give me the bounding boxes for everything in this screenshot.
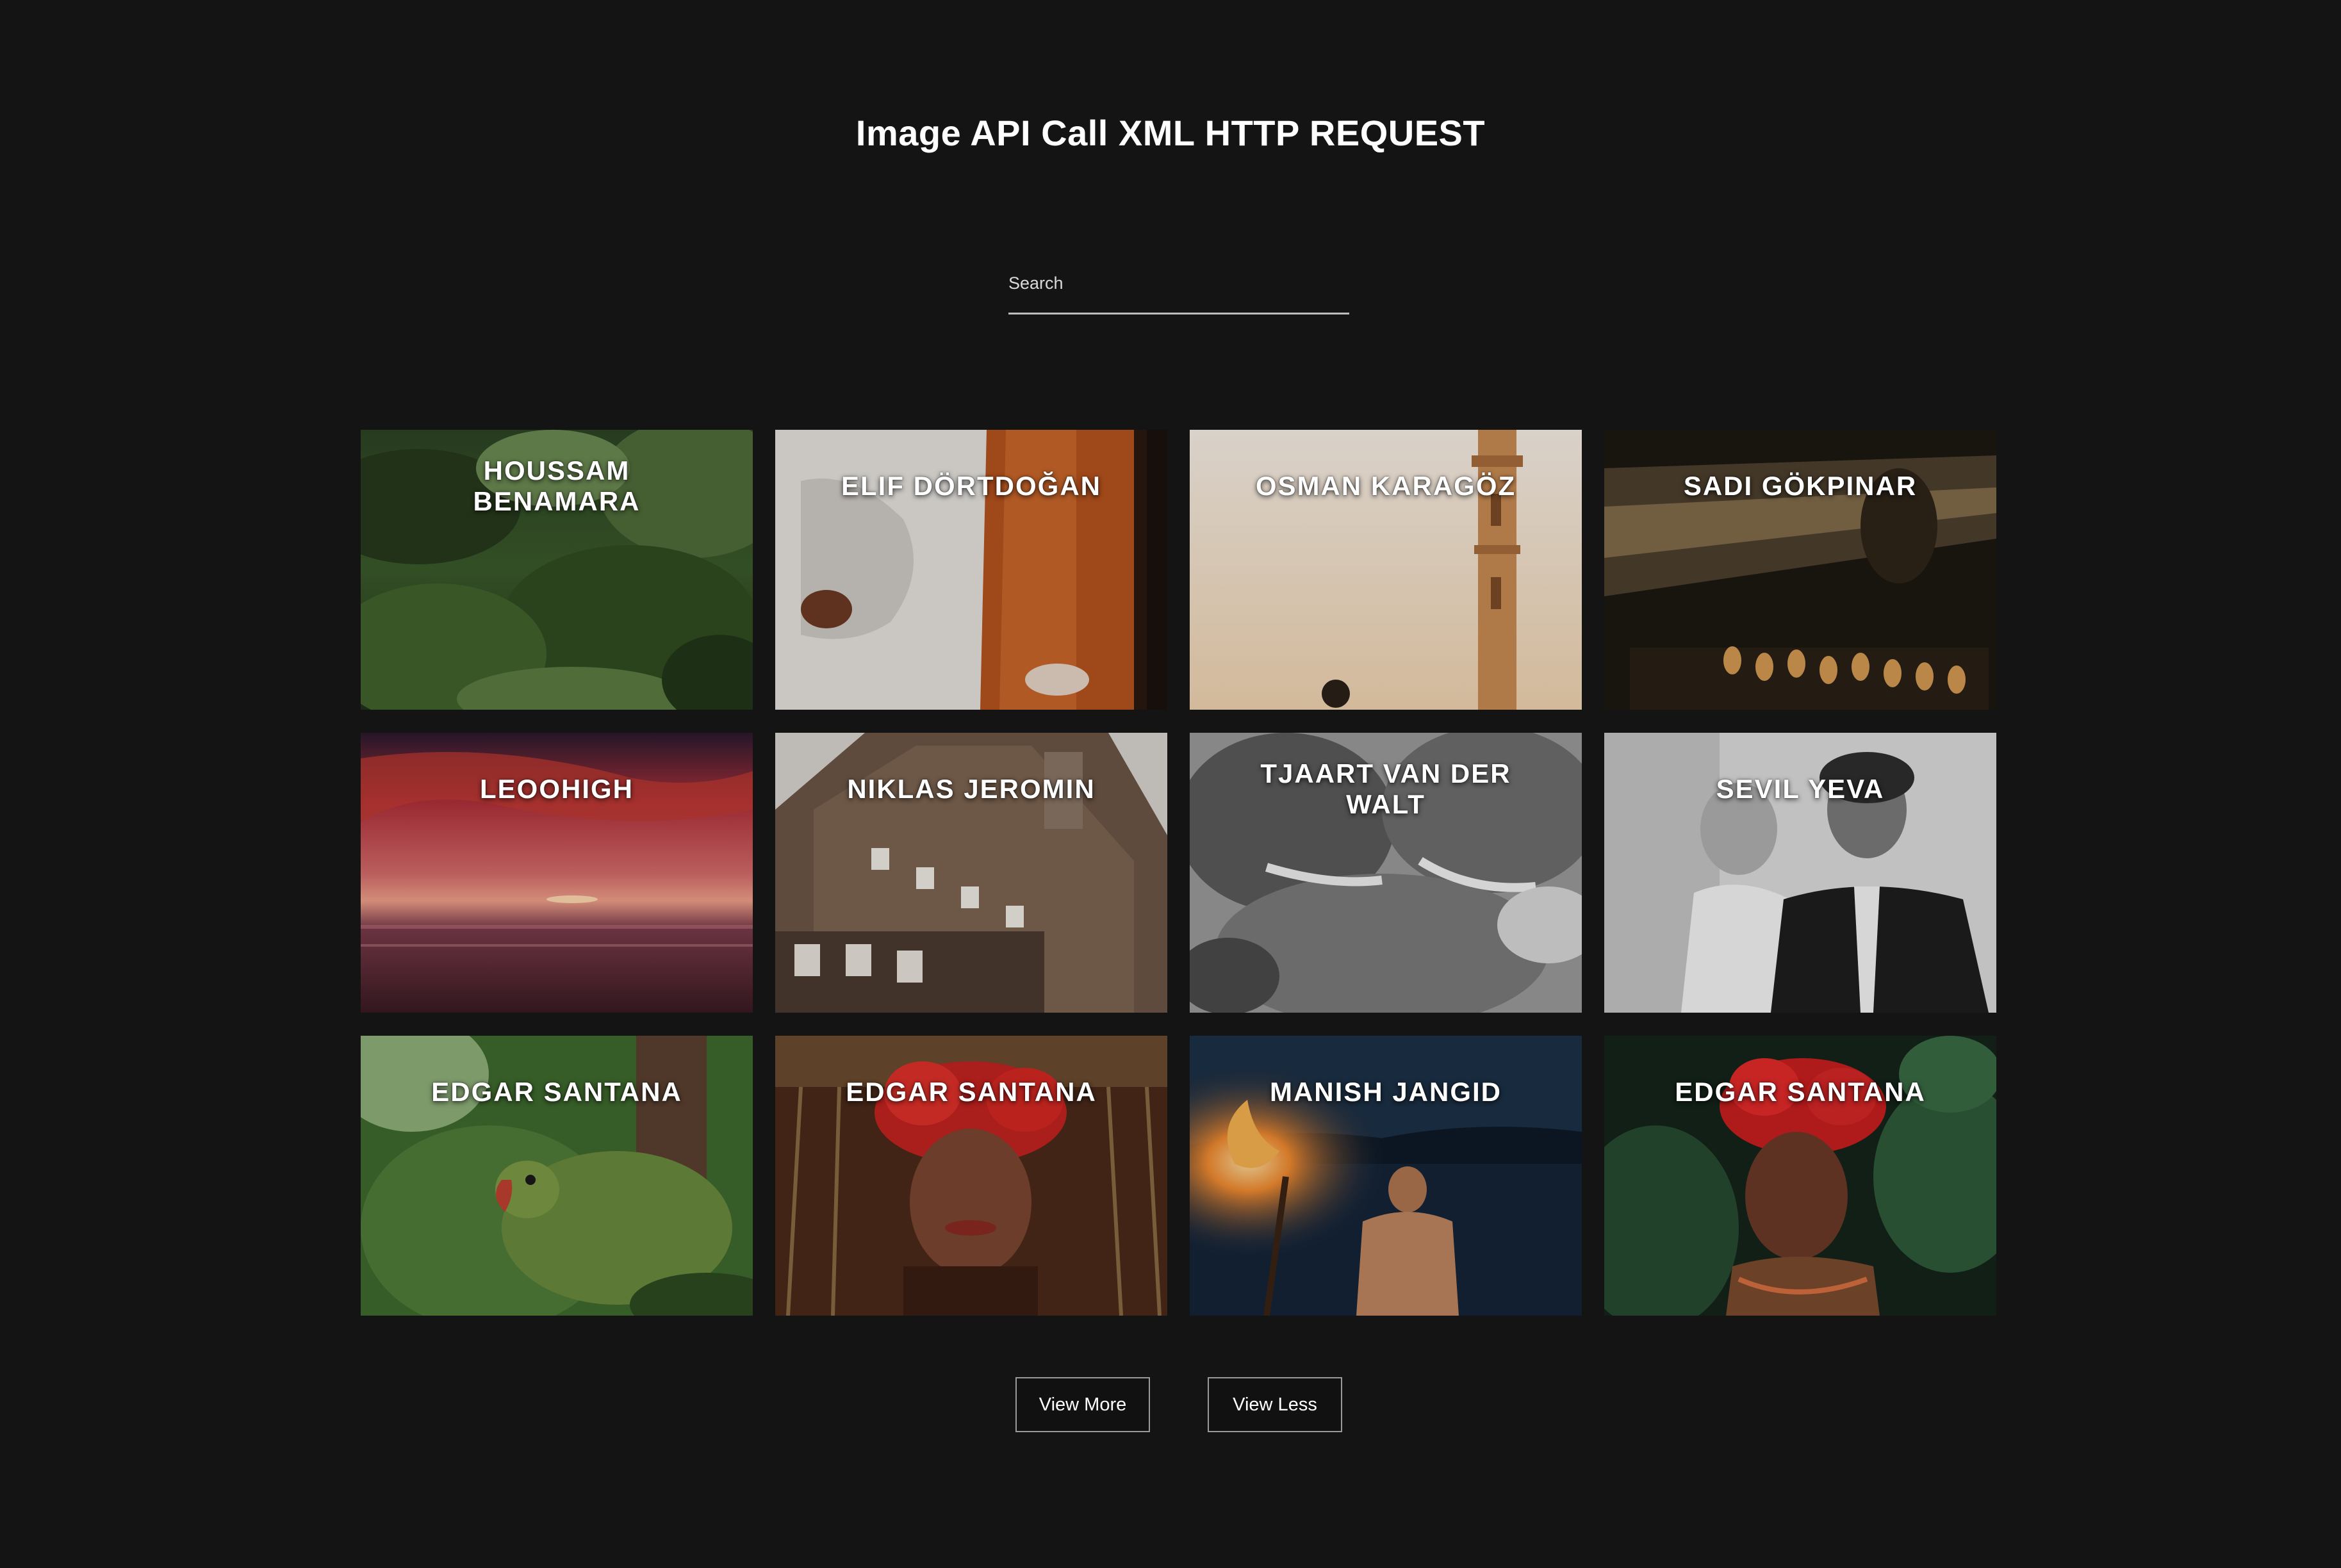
- photographer-name: HOUSSAM BENAMARA: [473, 455, 641, 516]
- image-card[interactable]: MANISH JANGID: [1190, 1036, 1582, 1316]
- page: Image API Call XML HTTP REQUEST Search H…: [0, 0, 2341, 1568]
- image-grid: HOUSSAM BENAMARA ELIF DÖRTDOĞAN OSMAN KA…: [361, 430, 1997, 1316]
- search-container: [1008, 264, 1349, 314]
- photographer-name: EDGAR SANTANA: [1675, 1076, 1926, 1107]
- image-card[interactable]: EDGAR SANTANA: [361, 1036, 753, 1316]
- search-input[interactable]: [1008, 264, 1349, 302]
- image-card[interactable]: OSMAN KARAGÖZ: [1190, 430, 1582, 710]
- image-card[interactable]: NIKLAS JEROMIN: [775, 733, 1167, 1013]
- photographer-name: EDGAR SANTANA: [431, 1076, 682, 1107]
- photographer-name: NIKLAS JEROMIN: [847, 773, 1096, 804]
- image-card[interactable]: EDGAR SANTANA: [775, 1036, 1167, 1316]
- view-more-button[interactable]: View More: [1015, 1377, 1150, 1432]
- image-card[interactable]: EDGAR SANTANA: [1604, 1036, 1996, 1316]
- image-card[interactable]: SEVIL YEVA: [1604, 733, 1996, 1013]
- image-card[interactable]: ELIF DÖRTDOĞAN: [775, 430, 1167, 710]
- photographer-name: OSMAN KARAGÖZ: [1255, 470, 1516, 501]
- photographer-name: EDGAR SANTANA: [846, 1076, 1097, 1107]
- page-title: Image API Call XML HTTP REQUEST: [855, 113, 1486, 153]
- image-card[interactable]: HOUSSAM BENAMARA: [361, 430, 753, 710]
- image-card[interactable]: TJAART VAN DER WALT: [1190, 733, 1582, 1013]
- photographer-name: MANISH JANGID: [1269, 1076, 1502, 1107]
- image-card[interactable]: SADI GÖKPINAR: [1604, 430, 1996, 710]
- photographer-name: SADI GÖKPINAR: [1683, 470, 1918, 501]
- photographer-name: TJAART VAN DER WALT: [1260, 758, 1511, 819]
- photographer-name: SEVIL YEVA: [1716, 773, 1885, 804]
- image-card[interactable]: LEOOHIGH: [361, 733, 753, 1013]
- pagination-controls: View More View Less: [0, 1377, 2341, 1435]
- view-less-button[interactable]: View Less: [1208, 1377, 1342, 1432]
- photographer-name: LEOOHIGH: [479, 773, 634, 804]
- photographer-name: ELIF DÖRTDOĞAN: [841, 470, 1101, 501]
